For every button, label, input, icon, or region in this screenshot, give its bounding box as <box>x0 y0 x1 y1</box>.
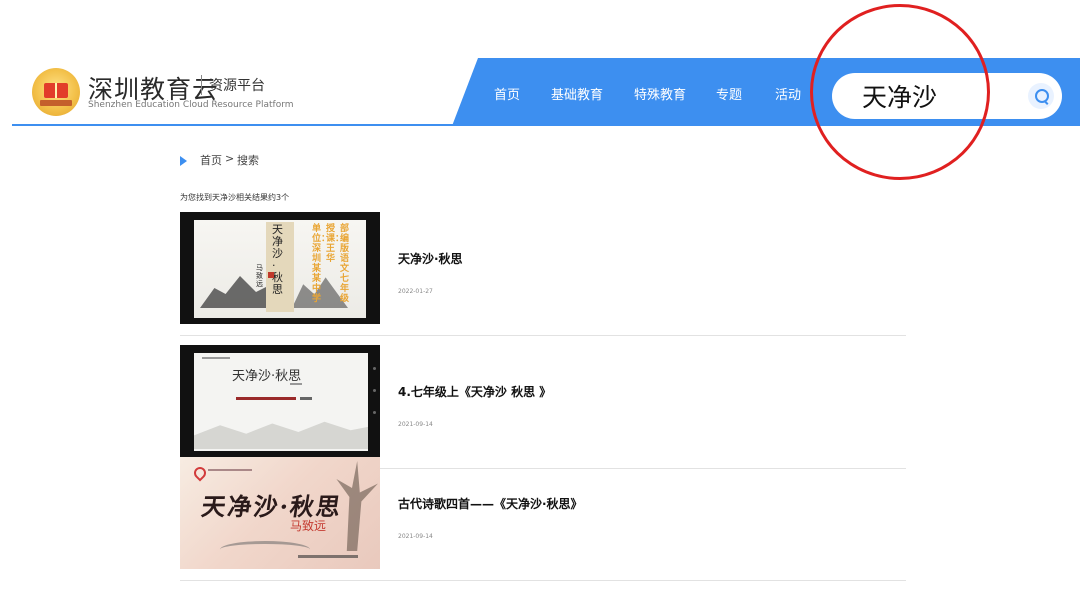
thumb-author: 马致远 <box>290 519 327 533</box>
nav-item-activities[interactable]: 活动 <box>775 84 801 104</box>
nav-item-topics[interactable]: 专题 <box>716 84 742 104</box>
site-header: 深圳教育云 资源平台 Shenzhen Education Cloud Reso… <box>0 0 1080 130</box>
result-item[interactable]: 天净沙·秋思 4.七年级上《天净沙 秋思 》 2021-09-14 <box>180 345 906 469</box>
result-thumbnail[interactable]: 天净沙·秋思 马致远 部编版语文七年级 授课：王华 单位：深圳某某中学 <box>180 212 380 324</box>
result-item[interactable]: 天净沙·秋思 马致远 部编版语文七年级 授课：王华 单位：深圳某某中学 天净沙·… <box>180 212 906 336</box>
brand-english-name: Shenzhen Education Cloud Resource Platfo… <box>88 100 294 110</box>
result-divider <box>180 580 906 581</box>
breadcrumb-separator: > <box>225 152 235 165</box>
result-date: 2021-09-14 <box>398 421 433 428</box>
search-box <box>832 73 1062 119</box>
thumb-author: 马致远 <box>256 264 263 288</box>
thumb-title: 天净沙·秋思 <box>272 223 283 296</box>
result-title[interactable]: 天净沙·秋思 <box>398 250 463 267</box>
seal-stamp <box>268 272 274 278</box>
result-date: 2022-01-27 <box>398 288 433 295</box>
bridge-illustration <box>220 541 310 558</box>
result-divider <box>180 335 906 336</box>
breadcrumb-home[interactable]: 首页 <box>200 152 222 168</box>
search-input[interactable] <box>862 77 1002 115</box>
search-icon <box>1035 89 1049 103</box>
breadcrumb-arrow-icon <box>180 156 187 166</box>
brand-divider <box>201 75 202 95</box>
search-button[interactable] <box>1028 83 1054 109</box>
book-icon <box>44 83 68 98</box>
result-title[interactable]: 4.七年级上《天净沙 秋思 》 <box>398 383 551 400</box>
result-item[interactable]: 天净沙·秋思 马致远 古代诗歌四首——《天净沙·秋思》 2021-09-14 <box>180 457 906 581</box>
result-thumbnail[interactable]: 天净沙·秋思 <box>180 345 380 457</box>
result-thumbnail[interactable]: 天净沙·秋思 马致远 <box>180 457 380 569</box>
breadcrumb-current: 搜索 <box>237 154 259 167</box>
thumb-caption: 单位：深圳某某中学 <box>312 224 331 304</box>
header-underline <box>12 124 1080 126</box>
brand-subtitle: 资源平台 <box>209 78 265 94</box>
thumb-caption: 授课：王华 <box>326 224 345 264</box>
nav-item-basic-education[interactable]: 基础教育 <box>551 84 603 104</box>
result-date: 2021-09-14 <box>398 533 433 540</box>
thumb-title: 天净沙·秋思 <box>232 369 302 384</box>
logo-icon[interactable] <box>32 68 80 116</box>
nav-item-special-education[interactable]: 特殊教育 <box>634 84 686 104</box>
nav-item-home[interactable]: 首页 <box>494 84 520 104</box>
result-count: 为您找到天净沙相关结果约3个 <box>180 193 290 202</box>
result-title[interactable]: 古代诗歌四首——《天净沙·秋思》 <box>398 495 583 512</box>
